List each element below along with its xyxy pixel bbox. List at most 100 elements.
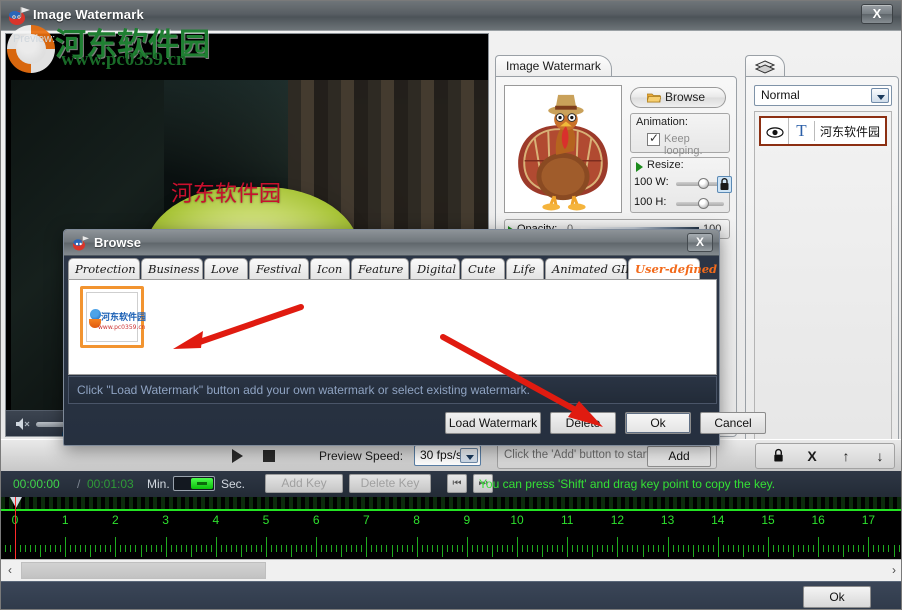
thumbnail-inner: 河东软件园 www.pc0359.cn [86, 292, 138, 342]
browse-cancel-button[interactable]: Cancel [700, 412, 766, 434]
chevron-down-icon[interactable] [871, 88, 889, 103]
delete-layer-icon[interactable]: X [802, 448, 822, 466]
browse-tab-business[interactable]: Business [141, 258, 203, 280]
height-slider-track[interactable] [676, 202, 724, 206]
ruler-tick-label: 8 [413, 513, 420, 527]
browse-tab-digital[interactable]: Digital [410, 258, 460, 280]
browse-dialog-title-bar: Browse X [64, 230, 719, 256]
ruler-major-tick [65, 537, 66, 557]
time-unit-toggle[interactable] [173, 476, 215, 491]
mute-speaker-icon[interactable] [15, 417, 31, 431]
lock-layer-icon[interactable] [768, 448, 788, 466]
keep-looping-checkbox[interactable] [647, 133, 660, 146]
browse-tab-feature[interactable]: Feature [351, 258, 409, 280]
ruler-minor-tick [653, 545, 654, 552]
ruler-minor-tick [888, 545, 889, 552]
timeline-ruler[interactable]: 01234567891011121314151617 [1, 497, 902, 559]
add-button[interactable]: Add [647, 446, 711, 467]
previous-key-icon[interactable]: ⏮ [447, 474, 467, 493]
ruler-minor-tick [176, 545, 177, 552]
delete-key-button[interactable]: Delete Key [349, 474, 431, 493]
browse-tab-life[interactable]: Life [506, 258, 544, 280]
scrollbar-thumb[interactable] [21, 562, 266, 579]
preview-speed-select[interactable]: 30 fps/s [414, 445, 481, 466]
load-watermark-button[interactable]: Load Watermark [445, 412, 541, 434]
layer-visibility-toggle[interactable] [761, 118, 789, 144]
ruler-minor-ticks [1, 537, 902, 559]
browse-dialog-info-text: Click "Load Watermark" button add your o… [77, 383, 530, 397]
main-ok-button[interactable]: Ok [803, 586, 871, 608]
layer-name[interactable]: 河东软件园 [815, 123, 880, 140]
ruler-major-tick [266, 537, 267, 557]
ruler-minor-tick [622, 545, 623, 552]
blend-mode-value: Normal [761, 88, 800, 102]
ruler-minor-tick [186, 545, 187, 552]
move-layer-down-icon[interactable]: ↓ [870, 448, 890, 466]
layers-body: Normal T 河东软件园 [745, 76, 899, 467]
browse-button[interactable]: Browse [630, 87, 726, 108]
ruler-minor-tick [863, 545, 864, 552]
lock-aspect-ratio-icon[interactable] [717, 176, 732, 193]
ruler-minor-tick [858, 545, 859, 552]
play-icon[interactable] [232, 449, 243, 463]
width-value[interactable]: 100 [634, 176, 652, 188]
height-slider-knob[interactable] [698, 198, 709, 209]
browse-tab-cute[interactable]: Cute [461, 258, 505, 280]
blend-mode-select[interactable]: Normal [754, 85, 892, 106]
chevron-down-icon[interactable] [460, 448, 478, 463]
layer-list[interactable]: T 河东软件园 [754, 111, 892, 461]
keep-looping-label: Keep looping. [664, 133, 729, 157]
ruler-minor-tick [723, 545, 724, 552]
ruler-minor-tick [75, 545, 76, 552]
ruler-minor-tick [602, 545, 603, 552]
close-icon[interactable]: X [861, 4, 893, 24]
browse-tab-festival[interactable]: Festival [249, 258, 309, 280]
width-slider-knob[interactable] [698, 178, 709, 189]
ruler-minor-tick [341, 545, 342, 557]
height-value[interactable]: 100 [634, 196, 652, 208]
tab-layers[interactable] [745, 55, 785, 77]
ruler-major-tick [316, 537, 317, 557]
ruler-minor-tick [542, 545, 543, 557]
ruler-minor-tick [286, 545, 287, 552]
ruler-minor-tick [823, 545, 824, 552]
ruler-minor-tick [873, 545, 874, 552]
playhead-handle[interactable] [10, 497, 22, 508]
ruler-minor-tick [437, 545, 438, 552]
browse-tab-user-defined[interactable]: User-defined [628, 258, 700, 280]
tab-image-watermark[interactable]: Image Watermark [495, 55, 612, 77]
animation-group: Animation: Keep looping. [630, 113, 730, 153]
ruler-minor-tick [100, 545, 101, 552]
horizontal-scrollbar[interactable]: ‹ › [1, 559, 902, 581]
ruler-minor-tick [376, 545, 377, 552]
browse-tab-icon[interactable]: Icon [310, 258, 350, 280]
ruler-tick-label: 13 [661, 513, 674, 527]
ruler-minor-tick [351, 545, 352, 552]
layer-type-icon: T [789, 121, 815, 141]
browse-dialog-close-icon[interactable]: X [687, 233, 713, 252]
add-key-button[interactable]: Add Key [265, 474, 343, 493]
ruler-minor-tick [10, 545, 11, 552]
delete-watermark-button[interactable]: Delete [550, 412, 616, 434]
browse-tab-love[interactable]: Love [204, 258, 248, 280]
list-item[interactable]: T 河东软件园 [759, 116, 887, 146]
watermark-thumbnail-item[interactable]: 河东软件园 www.pc0359.cn [80, 286, 144, 348]
ruler-minor-tick [627, 545, 628, 552]
ruler-minor-tick [753, 545, 754, 552]
ruler-minor-tick [397, 545, 398, 552]
browse-tab-protection[interactable]: Protection [68, 258, 140, 280]
ruler-minor-tick [251, 545, 252, 552]
ruler-tick-label: 7 [363, 513, 370, 527]
ruler-minor-tick [241, 545, 242, 557]
resize-group: Resize: 100 W: 100 H: [630, 157, 730, 213]
stop-icon[interactable] [263, 450, 275, 462]
turkey-image [505, 86, 621, 212]
scroll-right-icon[interactable]: › [885, 560, 902, 581]
expand-arrow-icon[interactable] [636, 162, 643, 172]
move-layer-up-icon[interactable]: ↑ [836, 448, 856, 466]
browse-tab-animated-gif[interactable]: Animated GIF [545, 258, 627, 280]
ruler-minor-tick [276, 545, 277, 552]
scroll-left-icon[interactable]: ‹ [1, 560, 19, 581]
watermark-gallery[interactable]: 河东软件园 www.pc0359.cn [68, 279, 717, 375]
browse-ok-button[interactable]: Ok [625, 412, 691, 434]
